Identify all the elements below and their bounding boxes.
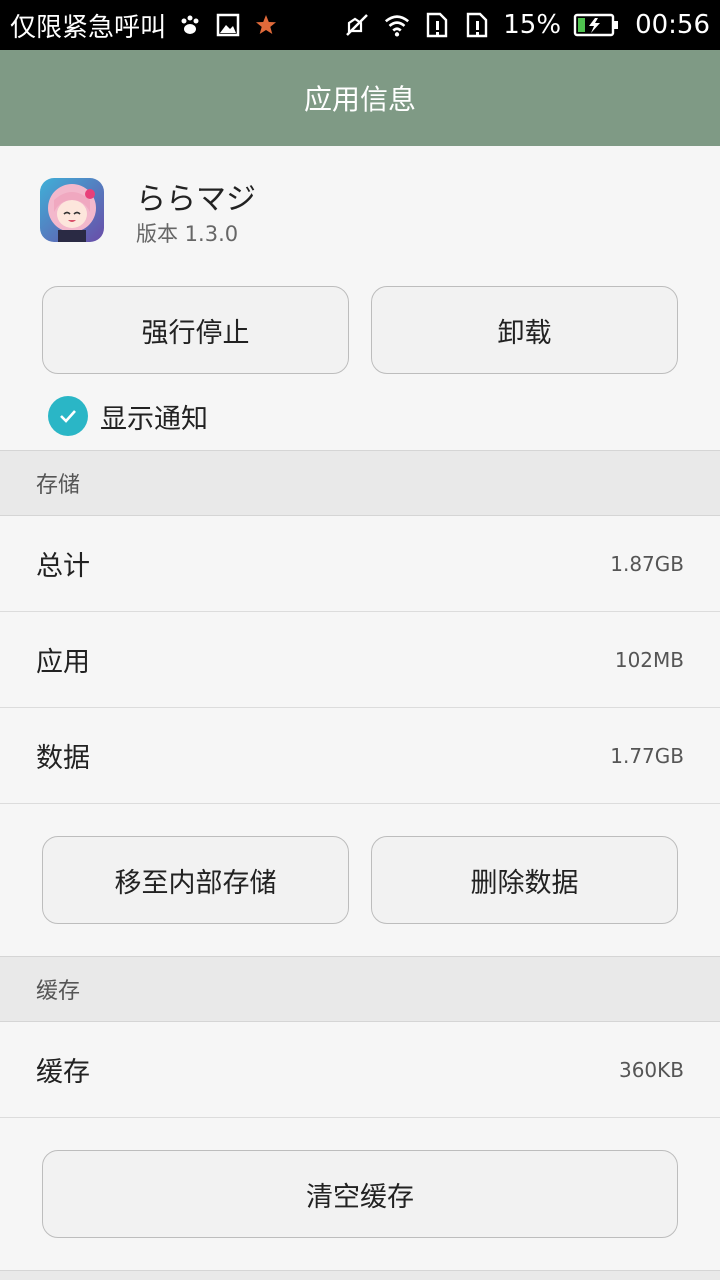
app-name: ららマジ: [136, 182, 256, 217]
row-label: 缓存: [36, 1057, 90, 1088]
clear-cache-button[interactable]: 清空缓存: [42, 1150, 678, 1238]
storage-row-data: 数据 1.77GB: [0, 708, 720, 804]
move-to-internal-storage-button[interactable]: 移至内部存储: [42, 836, 349, 924]
battery-percent: 15%: [503, 10, 562, 40]
image-icon: [214, 11, 242, 39]
force-stop-button[interactable]: 强行停止: [42, 286, 349, 374]
row-label: 总计: [36, 551, 90, 582]
wifi-icon: [383, 11, 411, 39]
battery-charging-icon: [573, 11, 619, 39]
title-bar: 应用信息: [0, 50, 720, 146]
show-notifications-label: 显示通知: [100, 403, 208, 435]
bottom-divider: [0, 1270, 720, 1280]
storage-row-total: 总计 1.87GB: [0, 516, 720, 612]
cache-row: 缓存 360KB: [0, 1022, 720, 1118]
row-value: 102MB: [614, 647, 684, 672]
row-value: 1.77GB: [610, 743, 684, 768]
page-title: 应用信息: [303, 83, 416, 116]
app-icon: [40, 178, 104, 242]
sim1-alert-icon: [423, 11, 451, 39]
cache-section-header: 缓存: [0, 956, 720, 1022]
carrier-text: 仅限紧急呼叫: [10, 12, 167, 43]
star-icon: [252, 11, 280, 39]
row-label: 数据: [36, 743, 90, 774]
sim2-alert-icon: [463, 11, 491, 39]
row-value: 1.87GB: [610, 551, 684, 576]
clear-data-button[interactable]: 删除数据: [371, 836, 678, 924]
paw-icon: [176, 11, 204, 39]
app-header: ららマジ 版本 1.3.0: [0, 146, 720, 276]
cache-header-label: 缓存: [36, 979, 81, 1004]
clock: 00:56: [635, 10, 710, 40]
mute-icon: [343, 11, 371, 39]
storage-header-label: 存储: [36, 473, 81, 498]
show-notifications-toggle[interactable]: 显示通知: [48, 396, 208, 436]
uninstall-button[interactable]: 卸载: [371, 286, 678, 374]
row-value: 360KB: [618, 1057, 684, 1082]
status-bar: 仅限紧急呼叫 15% 00:56: [0, 0, 720, 50]
storage-row-app: 应用 102MB: [0, 612, 720, 708]
row-label: 应用: [36, 647, 90, 678]
storage-section-header: 存储: [0, 450, 720, 516]
checkmark-icon[interactable]: [48, 396, 88, 436]
app-version: 版本 1.3.0: [136, 222, 239, 246]
